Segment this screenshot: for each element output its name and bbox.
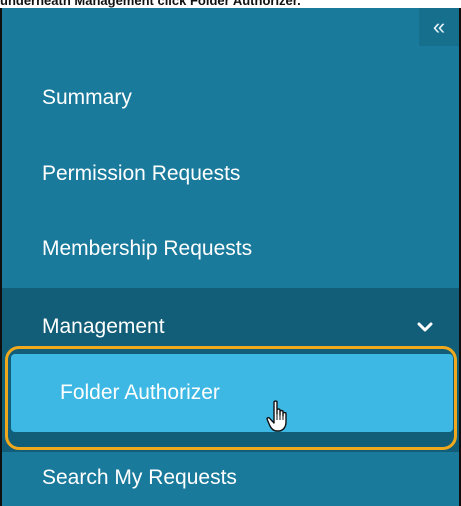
sidebar-item-permission-requests[interactable]: Permission Requests bbox=[2, 144, 459, 204]
sidebar-item-label: Permission Requests bbox=[42, 162, 241, 185]
sidebar-item-summary[interactable]: Summary bbox=[2, 68, 459, 128]
chevron-down-icon bbox=[417, 322, 433, 332]
sidebar-item-label: Summary bbox=[42, 86, 132, 109]
sidebar-item-membership-requests[interactable]: Membership Requests bbox=[2, 219, 459, 279]
sidebar-item-folder-authorizer[interactable]: Folder Authorizer bbox=[11, 354, 453, 432]
sidebar-item-label: Membership Requests bbox=[42, 237, 253, 260]
sidebar-item-label: Management bbox=[42, 315, 165, 338]
hand-pointer-cursor-icon bbox=[266, 400, 287, 432]
double-chevron-left-icon: « bbox=[432, 14, 446, 39]
sidebar-item-label: Folder Authorizer bbox=[60, 381, 220, 404]
instruction-caption: underneath Management click Folder Autho… bbox=[0, 0, 301, 8]
collapse-sidebar-button[interactable]: « bbox=[419, 8, 459, 46]
sidebar-item-search-my-requests[interactable]: Search My Requests bbox=[2, 448, 459, 506]
sidebar-item-label: Search My Requests bbox=[42, 466, 237, 489]
